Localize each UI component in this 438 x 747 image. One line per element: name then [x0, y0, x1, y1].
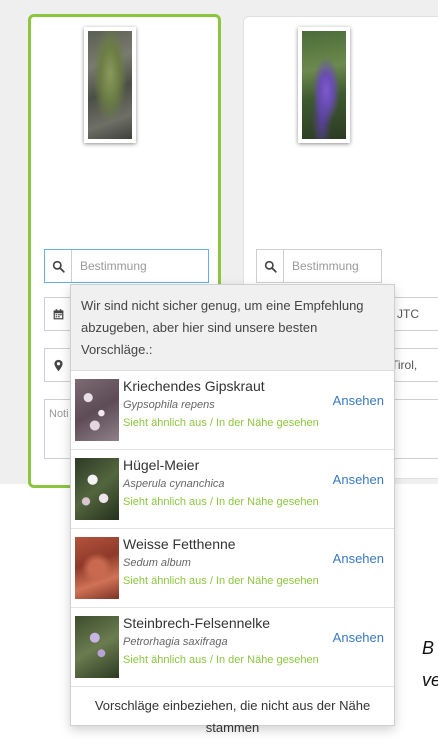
suggestion-item[interactable]: Steinbrech-Felsennelke Petrorhagia saxif… [71, 608, 394, 687]
suggestion-item[interactable]: Hügel-Meier Asperula cynanchica Sieht äh… [71, 450, 394, 529]
view-link[interactable]: Ansehen [333, 630, 384, 645]
location-field[interactable] [44, 348, 72, 382]
suggestion-scientific-name: Sedum album [123, 557, 191, 569]
observation-photo[interactable] [298, 27, 350, 143]
suggestion-thumbnail [75, 616, 119, 678]
dropdown-header: Wir sind nicht sicher genug, um eine Emp… [71, 285, 394, 371]
suggestion-scientific-name: Asperula cynanchica [123, 478, 225, 490]
suggestion-hint: Sieht ähnlich aus / In der Nähe gesehen [123, 654, 319, 666]
calendar-icon [45, 298, 71, 330]
identification-field[interactable] [256, 249, 382, 283]
suggestion-name: Kriechendes Gipskraut [123, 378, 265, 394]
identification-field[interactable] [44, 249, 209, 283]
notes-field[interactable]: Noti [44, 399, 72, 459]
clipped-side-text: B ve [422, 632, 438, 696]
suggestion-hint: Sieht ähnlich aus / In der Nähe gesehen [123, 575, 319, 587]
view-link[interactable]: Ansehen [333, 393, 384, 408]
search-icon [45, 250, 72, 282]
suggestion-thumbnail [75, 379, 119, 441]
suggestion-name: Steinbrech-Felsennelke [123, 615, 271, 631]
suggestion-name: Weisse Fetthenne [123, 536, 236, 552]
view-link[interactable]: Ansehen [333, 472, 384, 487]
suggestion-scientific-name: Petrorhagia saxifraga [123, 636, 228, 648]
search-icon [257, 250, 284, 282]
suggestions-dropdown: Wir sind nicht sicher genug, um eine Emp… [70, 284, 395, 735]
suggestion-hint: Sieht ähnlich aus / In der Nähe gesehen [123, 496, 319, 508]
identification-input[interactable] [72, 258, 208, 274]
suggestion-item[interactable]: Weisse Fetthenne Sedum album Sieht ähnli… [71, 529, 394, 608]
suggestion-thumbnail [75, 458, 119, 520]
map-marker-icon [45, 349, 71, 381]
suggestion-item[interactable]: Kriechendes Gipskraut Gypsophila repens … [71, 371, 394, 450]
date-field[interactable] [44, 297, 72, 331]
suggestion-hint: Sieht ähnlich aus / In der Nähe gesehen [123, 417, 319, 429]
view-link[interactable]: Ansehen [333, 551, 384, 566]
clipped-text-line: B [422, 638, 435, 658]
identification-input[interactable] [284, 258, 381, 274]
suggestion-scientific-name: Gypsophila repens [123, 399, 215, 411]
include-distant-suggestions-link[interactable]: Vorschläge einbeziehen, die nicht aus de… [71, 687, 394, 747]
suggestion-name: Hügel-Meier [123, 457, 200, 473]
observation-photo[interactable] [84, 27, 136, 143]
suggestion-thumbnail [75, 537, 119, 599]
clipped-text-line: ve [422, 670, 438, 690]
